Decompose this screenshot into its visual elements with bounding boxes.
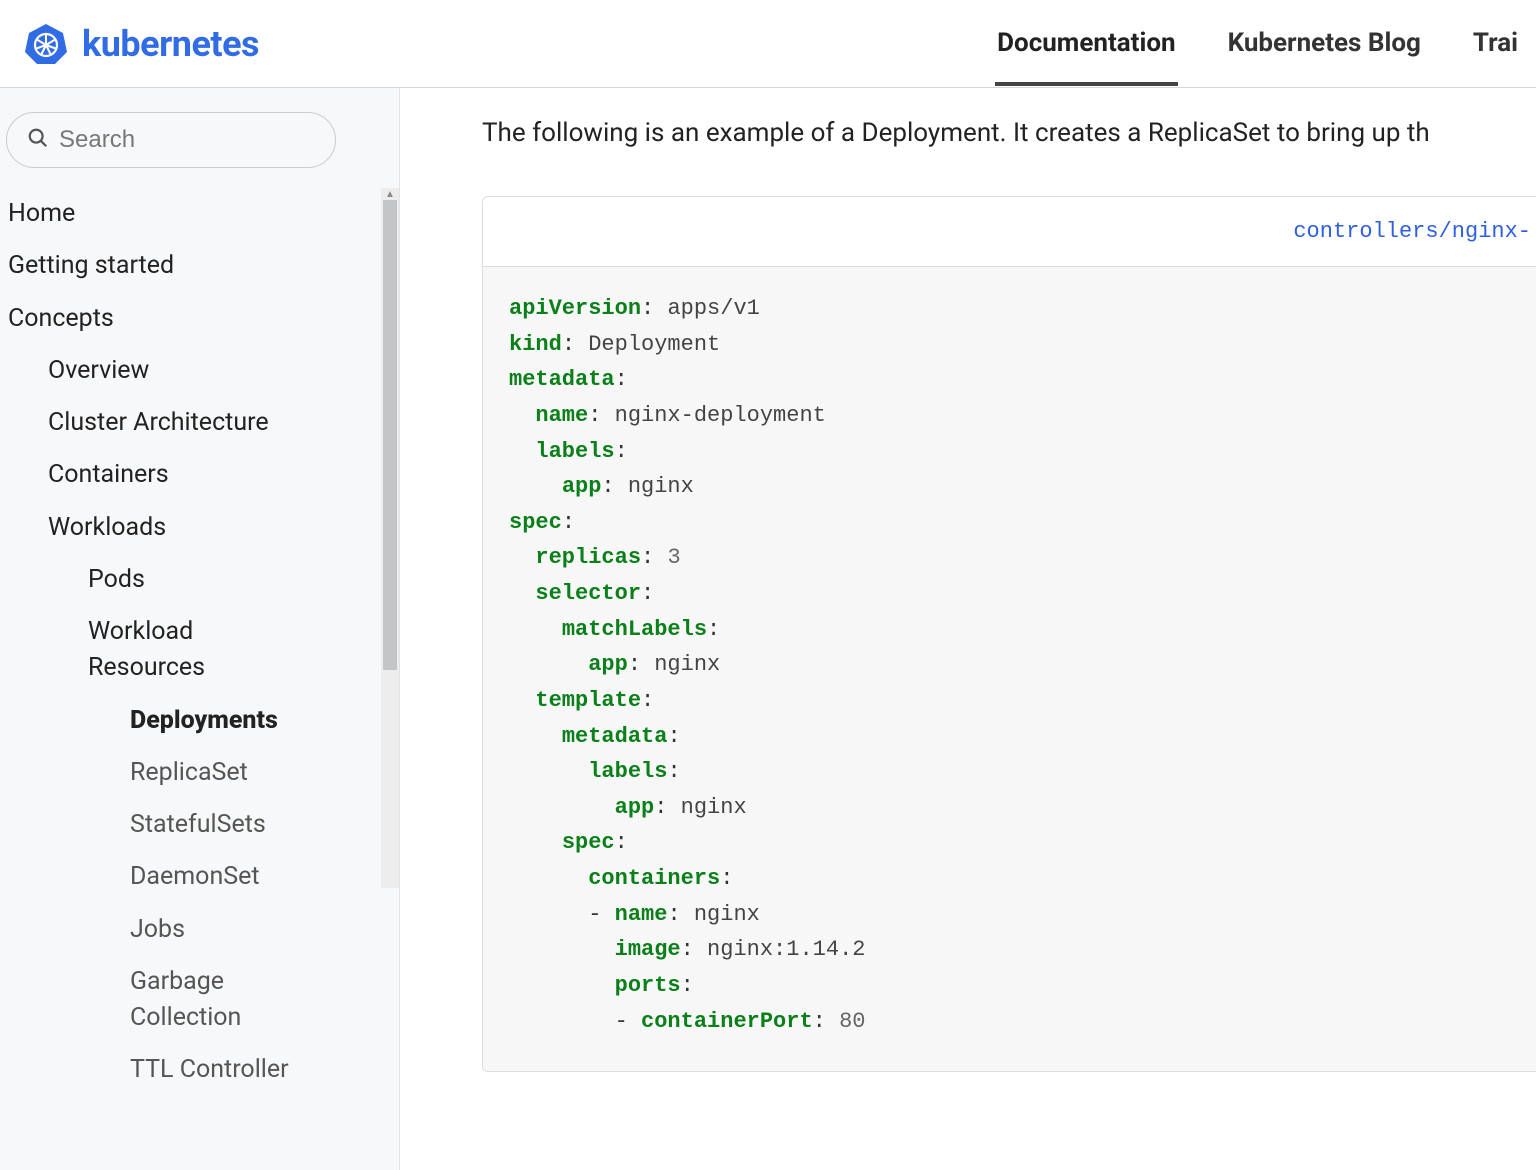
layout: ▲ Home Getting started Concepts Overview… <box>0 88 1536 1170</box>
top-nav: Documentation Kubernetes Blog Trai <box>995 2 1536 86</box>
logo[interactable]: kubernetes <box>24 22 259 66</box>
sidebar-item-getting-started[interactable]: Getting started <box>0 240 399 292</box>
sidebar-item-concepts[interactable]: Concepts <box>0 293 399 345</box>
sidebar-item-home[interactable]: Home <box>0 188 399 240</box>
code-body: apiVersion: apps/v1 kind: Deployment met… <box>483 267 1536 1071</box>
sidebar-item-workloads[interactable]: Workloads <box>0 502 399 554</box>
nav-blog[interactable]: Kubernetes Blog <box>1226 2 1423 86</box>
sidebar-item-workload-resources[interactable]: Workload Resources <box>0 606 210 695</box>
sidebar-item-overview[interactable]: Overview <box>0 345 399 397</box>
sidebar-item-statefulsets[interactable]: StatefulSets <box>0 799 399 851</box>
sidebar-item-garbage-collection[interactable]: Garbage Collection <box>0 956 200 1045</box>
code-example: controllers/nginx- apiVersion: apps/v1 k… <box>482 196 1536 1072</box>
header: kubernetes Documentation Kubernetes Blog… <box>0 0 1536 88</box>
main-content: The following is an example of a Deploym… <box>400 88 1536 1170</box>
sidebar-item-jobs[interactable]: Jobs <box>0 904 399 956</box>
intro-text: The following is an example of a Deploym… <box>482 118 1536 148</box>
sidebar-tree: ▲ Home Getting started Concepts Overview… <box>0 188 399 1097</box>
sidebar-item-cluster-architecture[interactable]: Cluster Architecture <box>0 397 399 449</box>
code-file-link[interactable]: controllers/nginx- <box>1293 219 1531 244</box>
brand-name: kubernetes <box>82 23 259 65</box>
sidebar-scrollbar[interactable]: ▲ <box>381 188 399 888</box>
sidebar-item-pods[interactable]: Pods <box>0 554 399 606</box>
code-file-link-wrap: controllers/nginx- <box>483 197 1536 267</box>
sidebar-item-replicaset[interactable]: ReplicaSet <box>0 747 399 799</box>
nav-documentation[interactable]: Documentation <box>995 2 1177 86</box>
kubernetes-logo-icon <box>24 22 68 66</box>
search-icon <box>27 127 49 153</box>
sidebar: ▲ Home Getting started Concepts Overview… <box>0 88 400 1170</box>
scrollbar-thumb[interactable] <box>383 200 397 670</box>
sidebar-item-daemonset[interactable]: DaemonSet <box>0 851 399 903</box>
sidebar-item-ttl-controller[interactable]: TTL Controller <box>0 1044 399 1096</box>
search-input-wrap[interactable] <box>6 112 336 168</box>
scroll-up-icon[interactable]: ▲ <box>381 188 399 200</box>
search-input[interactable] <box>59 126 315 154</box>
sidebar-item-deployments[interactable]: Deployments <box>0 695 399 747</box>
sidebar-item-containers[interactable]: Containers <box>0 449 399 501</box>
nav-training[interactable]: Trai <box>1471 2 1520 86</box>
